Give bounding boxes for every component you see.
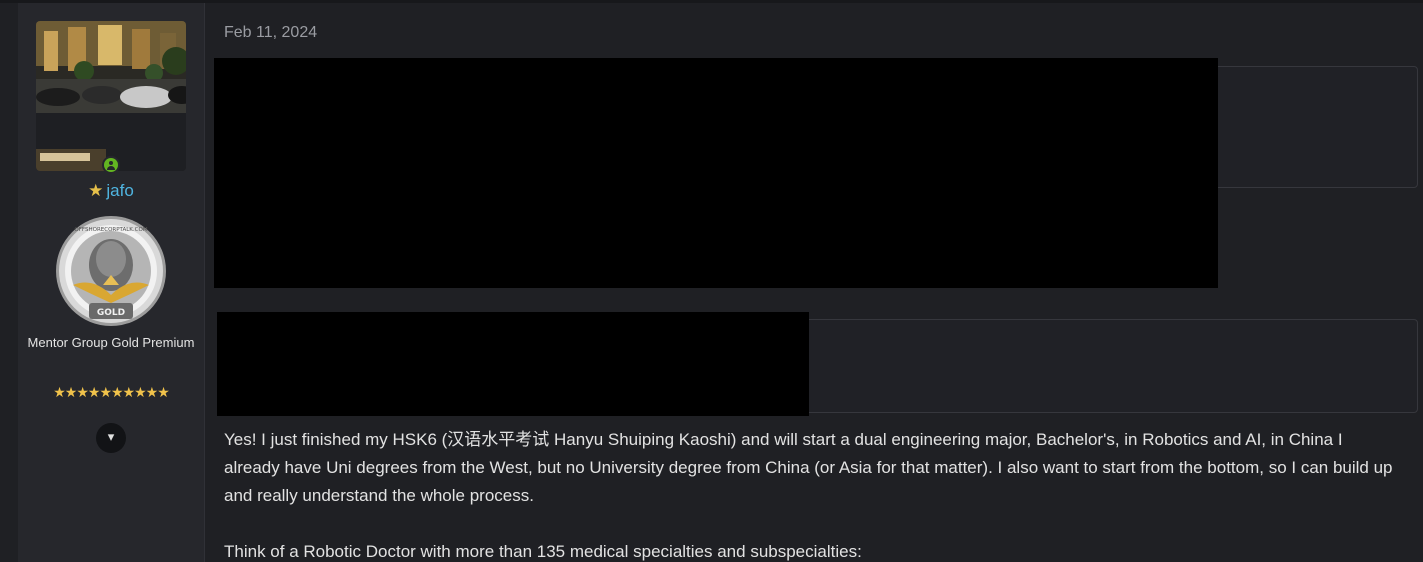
post-paragraph: Think of a Robotic Doctor with more than… [224,542,862,561]
badge-gold-text: GOLD [97,308,125,318]
chevron-down-icon[interactable]: ▾ [96,423,126,453]
post-date[interactable]: Feb 11, 2024 [224,24,317,42]
redacted-block-1 [214,58,1218,288]
avatar-image [36,21,186,171]
online-status-icon [102,156,120,174]
post-paragraph: Yes! I just finished my HSK6 (汉语水平考试 Han… [224,430,1393,505]
rank-stars: ★★★★★★★★★★ [53,385,170,401]
username-link[interactable]: jafo [106,181,133,200]
forum-post: ★ jafo GOLD OFFSHORECORPTALK.COM Mentor G… [0,0,1423,562]
top-divider [0,0,1423,3]
badge-site-text: OFFSHORECORPTALK.COM [74,227,147,233]
star-icon: ★ [88,181,104,201]
user-title: Mentor Group Gold Premium [27,335,195,350]
user-avatar[interactable] [36,21,186,171]
username-row: ★ jafo [18,180,204,202]
gold-mentor-badge-icon: GOLD OFFSHORECORPTALK.COM [53,215,169,327]
redacted-block-2 [217,312,809,416]
user-sidebar: ★ jafo GOLD OFFSHORECORPTALK.COM Mentor G… [18,3,205,562]
post-body: Yes! I just finished my HSK6 (汉语水平考试 Han… [224,426,1394,562]
